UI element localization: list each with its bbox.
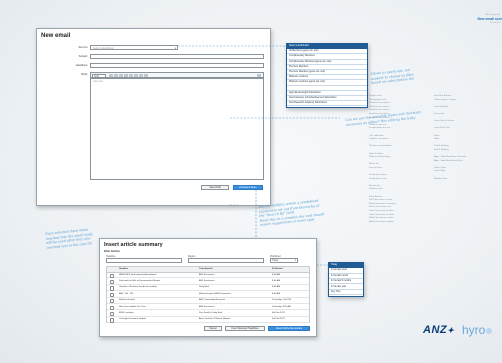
row-published: 4th Feb 2017 (272, 311, 285, 314)
headlines-input[interactable] (90, 63, 264, 68)
expand-icon[interactable] (257, 73, 261, 78)
numbered-list-icon[interactable] (129, 73, 133, 78)
image-icon[interactable] (139, 73, 143, 78)
italic-icon[interactable] (114, 73, 118, 78)
right-panel-col2: Font Size Buttons Select Images / Image … (434, 95, 467, 180)
published-option[interactable]: Any Time (329, 290, 363, 296)
row-published: 8:00 AM (272, 279, 281, 282)
col-headline: Headline (119, 268, 129, 270)
row-contributor: ANZ Economics (199, 279, 215, 282)
send-to-value: Select a distribution (93, 46, 114, 50)
insert-article-title: Insert article summary (104, 242, 163, 248)
distribution-option[interactable]: Ariel Research Academy Subscribers (287, 101, 367, 107)
row-published: 8:00 AM (272, 292, 281, 295)
subject-label: Subject: (78, 55, 88, 58)
col-contributor: Contributor/s (199, 268, 213, 270)
row-published: Yesterday, 2:00 PM (272, 299, 291, 302)
row-headline: ANZ - NZ - RP (119, 292, 134, 295)
body-placeholder: enter text (93, 80, 103, 83)
region-filter-input[interactable] (188, 258, 264, 263)
row-checkbox[interactable] (110, 279, 115, 285)
chevron-down-icon: ▾ (294, 259, 296, 262)
row-contributor: ANZ Economics (199, 305, 215, 308)
published-option[interactable]: In the last year (329, 285, 363, 290)
row-checkbox[interactable] (110, 286, 115, 291)
header-small-bottom: File date 9th (490, 22, 500, 24)
send-to-select[interactable]: Select a distribution ▾ (90, 45, 178, 50)
insert-headlines-button[interactable]: Insert Selected Headlines (225, 326, 265, 331)
row-contributor: ANZ Economics (199, 273, 215, 276)
save-draft-button[interactable]: Save Draft (201, 185, 229, 190)
row-headline: ENSO analysis (119, 311, 134, 314)
cancel-button[interactable]: Cancel (204, 326, 222, 331)
link-icon[interactable] (134, 73, 138, 78)
dropdown-note: Allows to query opt. out support to choo… (370, 67, 415, 86)
row-checkbox[interactable] (110, 273, 115, 278)
anz-logo: ANZ✦ (423, 324, 455, 336)
published-filter-select[interactable]: Today ▾ (270, 258, 298, 263)
published-filter-value: Today (272, 259, 279, 262)
row-checkbox[interactable] (110, 299, 115, 304)
row-published: Yesterday, 8:00 AM (272, 305, 291, 308)
body-label: Body: (81, 73, 88, 76)
row-checkbox[interactable] (110, 292, 115, 297)
insert-article-window: Insert article summary Filter Articles H… (99, 238, 317, 337)
row-headline: Data and the Risk to Housemarket Review (119, 279, 161, 282)
row-contributor: Anna Tuchiest & Market Hitquan (199, 318, 231, 321)
bold-icon[interactable] (109, 73, 113, 78)
published-dropdown[interactable]: Today In the last week In the last month In… (328, 262, 364, 297)
row-headline: RBNZ MPS (with opinion) Amendment (119, 273, 157, 276)
subject-input[interactable] (90, 54, 264, 59)
insert-summaries-button[interactable]: Insert Article Summaries (268, 326, 310, 331)
row-published: 8:00 AM (272, 286, 281, 289)
article-table: Headline Contributor/s Published RBNZ MP… (106, 266, 310, 324)
new-email-window: New email Send to: Select a distribution… (36, 28, 271, 206)
list-icon[interactable] (124, 73, 128, 78)
symbol-icon[interactable] (144, 73, 148, 78)
body-editor[interactable]: enter text (90, 78, 264, 180)
table-row[interactable]: Overnight economic update Anna Tuchiest &… (107, 317, 309, 324)
header-small-top: ANZ Insights Bulk (485, 14, 500, 16)
published-option[interactable]: In the last week (329, 268, 363, 274)
distribution-dropdown[interactable]: Select a distribution All Members (genie … (286, 43, 368, 108)
headlines-label: Headlines: (75, 64, 88, 67)
header-title: New email scre (477, 17, 502, 21)
row-headline: Market info data (119, 299, 135, 302)
row-contributor: Daily Brief (199, 286, 209, 289)
row-published: 4th Feb 2017 (272, 318, 285, 321)
right-panel-col1: Region menu Photographs and... Headlines… (369, 95, 396, 223)
published-option[interactable]: In the last 6 months (329, 279, 363, 285)
row-contributor: ANZ Commodity Research (199, 299, 226, 302)
hyro-logo: hyro (462, 323, 493, 337)
filter-articles-label: Filter Articles (104, 250, 120, 253)
headline-filter-input[interactable] (106, 258, 182, 263)
underline-icon[interactable] (119, 73, 123, 78)
row-headline: Overnight economic update (119, 318, 146, 321)
col-published: Published (272, 268, 283, 270)
send-to-label: Send to: (78, 46, 88, 49)
chevron-down-icon: ▾ (174, 46, 176, 50)
preview-send-button[interactable]: Preview & Send (233, 185, 263, 190)
row-checkbox[interactable] (110, 305, 115, 310)
row-checkbox[interactable] (110, 311, 115, 317)
row-headline: Growth in Old terms trends be monthly (119, 286, 157, 289)
row-headline: New Lens Update Tax Over (119, 305, 146, 308)
new-email-title: New email (41, 33, 71, 39)
row-contributor: Paul Smith & Daily Brief (199, 311, 223, 314)
wireframe-sheet: ANZ Insights Bulk New email scre File da… (0, 0, 502, 363)
row-contributor: Market Insight & ANZ Economics (199, 292, 231, 295)
row-published: 8:00 AM (272, 273, 281, 276)
font-select[interactable]: Arial (92, 73, 106, 78)
row-checkbox[interactable] (110, 318, 115, 323)
